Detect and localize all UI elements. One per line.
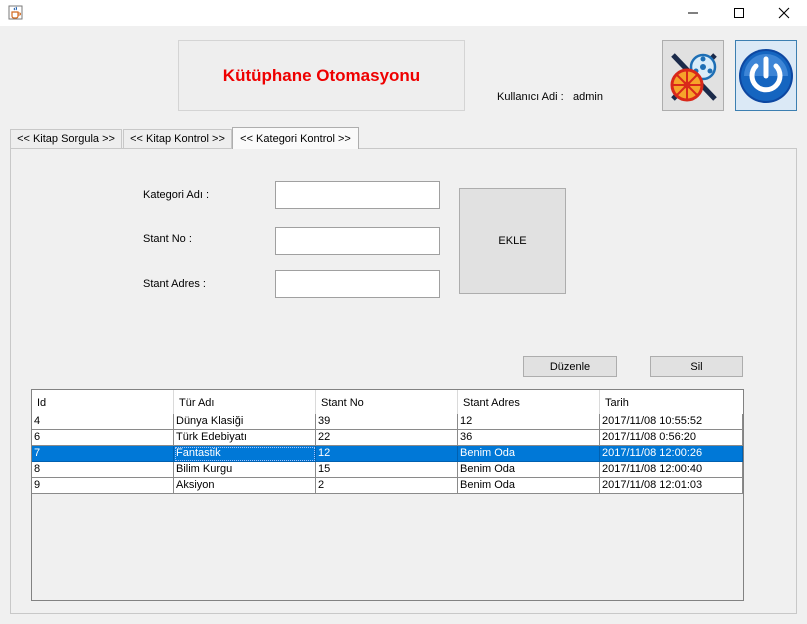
stand-no-label: Stant No : [143,233,192,245]
java-cup-icon [8,5,23,20]
delete-button[interactable]: Sil [650,356,743,377]
tab-kitap-kontrol[interactable]: << Kitap Kontrol >> [123,129,232,148]
category-name-input[interactable] [275,181,440,209]
edit-button[interactable]: Düzenle [523,356,617,377]
table-cell[interactable]: 2017/11/08 10:55:52 [600,414,743,430]
table-cell[interactable]: 7 [32,446,174,462]
table-cell[interactable]: 12 [458,414,600,430]
minimize-icon [688,12,698,14]
tab-kitap-sorgula[interactable]: << Kitap Sorgula >> [10,129,122,148]
table-cell[interactable]: 4 [32,414,174,430]
column-header-date[interactable]: Tarih [600,390,743,414]
table-row[interactable]: 6 Türk Edebiyatı 22 36 2017/11/08 0:56:20 [32,430,743,446]
app-title: Kütüphane Otomasyonu [222,65,421,85]
table-cell[interactable]: 2017/11/08 12:00:40 [600,462,743,478]
table-cell[interactable]: Benim Oda [458,446,600,462]
reels-button[interactable] [662,40,724,111]
stand-address-input[interactable] [275,270,440,298]
table-cell[interactable]: Dünya Klasiği [174,414,316,430]
username-label: Kullanıcı Adi : [497,91,564,103]
maximize-icon [734,8,744,18]
table-cell[interactable]: Türk Edebiyatı [174,430,316,446]
title-bar [0,0,807,26]
username-value: admin [573,91,603,103]
stand-no-input[interactable] [275,227,440,255]
table-row[interactable]: 7 Fantastik 12 Benim Oda 2017/11/08 12:00:26 [32,446,743,462]
category-table[interactable]: Id Tür Adı Stant No Stant Adres Tarih 4D… [31,389,744,601]
close-button[interactable] [761,0,807,26]
table-row[interactable]: 9 Aksiyon 2 Benim Oda 2017/11/08 12:01:03 [32,478,743,494]
table-cell[interactable]: 6 [32,430,174,446]
table-cell[interactable]: Fantastik [174,446,316,462]
power-button[interactable] [735,40,797,111]
column-header-type[interactable]: Tür Adı [174,390,316,414]
minimize-button[interactable] [670,0,716,26]
maximize-button[interactable] [716,0,762,26]
table-cell[interactable]: 9 [32,478,174,494]
table-cell[interactable]: Benim Oda [458,478,600,494]
column-header-stand-no[interactable]: Stant No [316,390,458,414]
table-cell[interactable]: Bilim Kurgu [174,462,316,478]
table-cell[interactable]: 12 [316,446,458,462]
category-name-label: Kategori Adı : [143,189,210,201]
add-button[interactable]: EKLE [459,188,566,294]
tab-kategori-kontrol[interactable]: << Kategori Kontrol >> [232,127,359,149]
table-row[interactable]: 8 Bilim Kurgu 15 Benim Oda 2017/11/08 12:00:… [32,462,743,478]
table-row[interactable]: 4 Dünya Klasiği 39 12 2017/11/08 10:55:52 [32,414,743,430]
power-icon [739,48,793,103]
table-cell[interactable]: 2 [316,478,458,494]
table-cell[interactable]: 2017/11/08 12:00:26 [600,446,743,462]
close-icon [778,7,790,19]
table-cell[interactable]: Aksiyon [174,478,316,494]
table-cell[interactable]: 22 [316,430,458,446]
table-header: Id Tür Adı Stant No Stant Adres Tarih [32,390,743,415]
table-cell[interactable]: 15 [316,462,458,478]
table-cell[interactable]: Benim Oda [458,462,600,478]
column-header-id[interactable]: Id [32,390,174,414]
table-cell[interactable]: 36 [458,430,600,446]
table-cell[interactable]: 8 [32,462,174,478]
table-cell[interactable]: 2017/11/08 0:56:20 [600,430,743,446]
column-header-stand-address[interactable]: Stant Adres [458,390,600,414]
stand-address-label: Stant Adres : [143,278,206,290]
table-cell[interactable]: 2017/11/08 12:01:03 [600,478,743,494]
film-reel-icon [670,52,717,101]
table-cell[interactable]: 39 [316,414,458,430]
header-banner: Kütüphane Otomasyonu [178,40,465,111]
